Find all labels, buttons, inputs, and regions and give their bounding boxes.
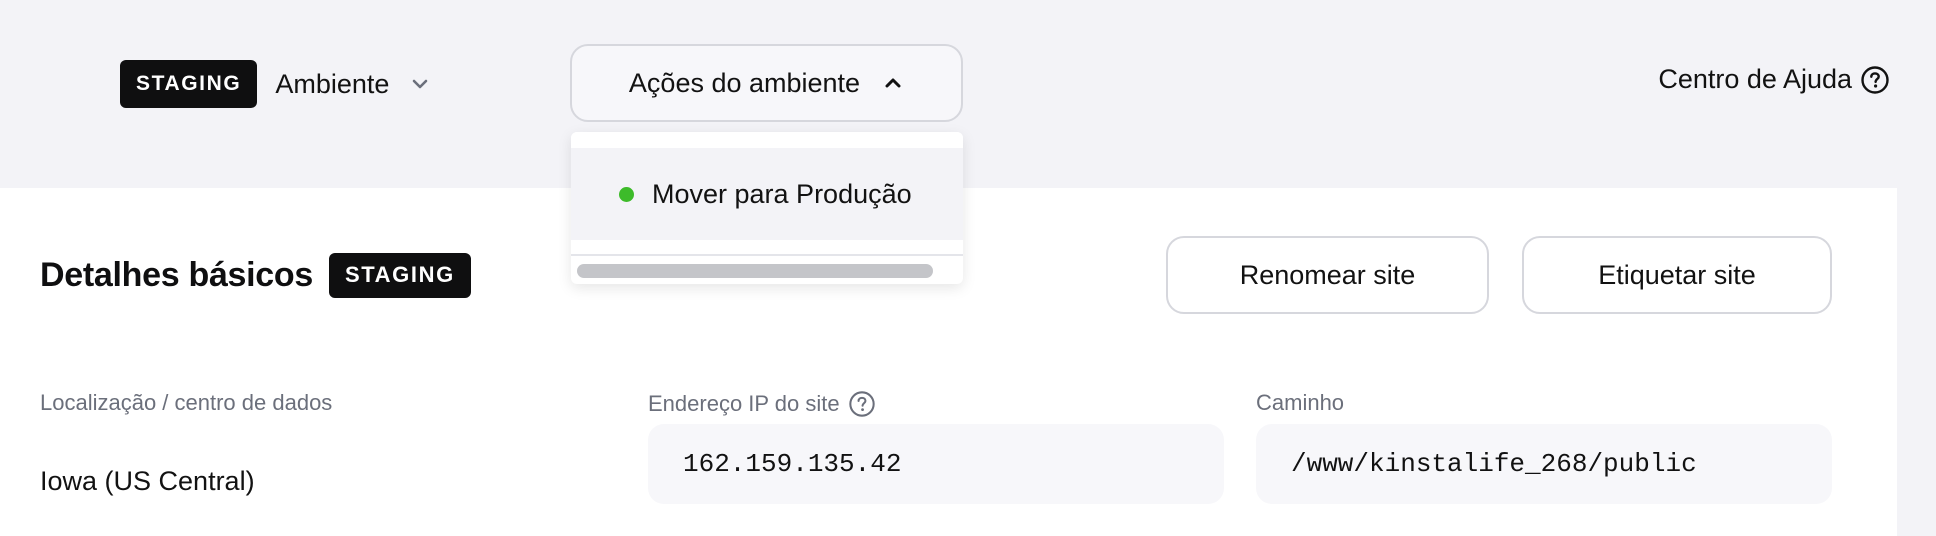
help-center-link[interactable]: Centro de Ajuda — [1658, 64, 1890, 95]
menu-item-label: Mover para Produção — [652, 178, 912, 209]
horizontal-scrollbar[interactable] — [577, 264, 933, 278]
environment-actions-label: Ações do ambiente — [628, 67, 861, 98]
ip-address-value[interactable]: 162.159.135.42 — [648, 424, 1224, 504]
tag-site-label: Etiquetar site — [1598, 259, 1756, 290]
environment-actions-menu: Mover para Produção — [571, 132, 963, 284]
chevron-down-icon — [409, 73, 431, 95]
location-value: Iowa (US Central) — [40, 466, 255, 496]
status-dot — [619, 186, 634, 202]
menu-padding — [571, 132, 963, 148]
ip-address-label: Endereço IP do site — [648, 390, 876, 418]
environment-switcher[interactable]: STAGING Ambiente — [120, 59, 431, 109]
location-label: Localização / centro de dados — [40, 390, 332, 416]
menu-item-move-to-production[interactable]: Mover para Produção — [571, 148, 963, 240]
question-circle-icon — [1860, 65, 1890, 95]
tag-site-button[interactable]: Etiquetar site — [1522, 236, 1832, 314]
card-title-row: Detalhes básicos STAGING — [40, 252, 471, 298]
path-label: Caminho — [1256, 390, 1344, 416]
help-center-label: Centro de Ajuda — [1658, 64, 1852, 94]
menu-divider — [571, 240, 963, 256]
card-environment-badge: STAGING — [329, 252, 471, 298]
rename-site-button[interactable]: Renomear site — [1166, 236, 1489, 314]
path-label-text: Caminho — [1256, 390, 1345, 415]
path-value[interactable]: /www/kinstalife_268/public — [1256, 424, 1832, 504]
rename-site-label: Renomear site — [1239, 259, 1416, 290]
environment-actions-button[interactable]: Ações do ambiente — [570, 44, 963, 122]
chevron-up-icon — [882, 72, 904, 94]
ip-address-label-text: Endereço IP do site — [648, 391, 840, 416]
environment-label: Ambiente — [275, 68, 390, 99]
card-title: Detalhes básicos — [40, 255, 313, 294]
question-circle-icon[interactable] — [848, 390, 876, 418]
top-bar: STAGING Ambiente Ações do ambiente Centr… — [0, 0, 1936, 188]
location-label-text: Localização / centro de dados — [40, 390, 333, 415]
environment-badge: STAGING — [120, 60, 258, 108]
page-edge — [1897, 188, 1936, 536]
